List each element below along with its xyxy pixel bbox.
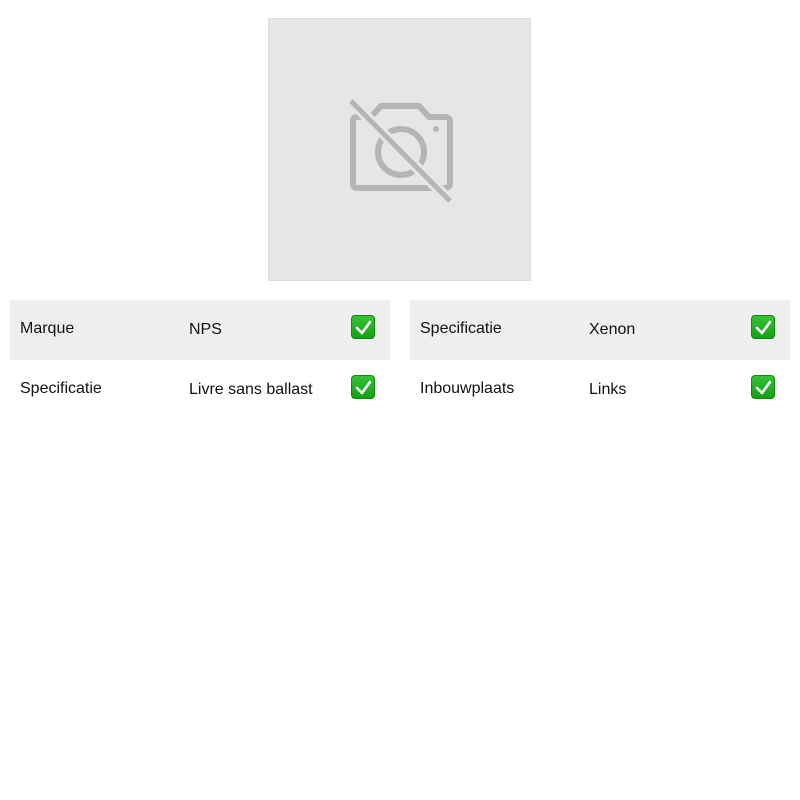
spec-label: Specificatie [420, 320, 502, 337]
spec-label: Marque [20, 320, 75, 337]
spec-row: Specificatie Livre sans ballast [10, 360, 390, 420]
spec-row: Inbouwplaats Links [410, 360, 790, 420]
check-icon [751, 315, 775, 339]
product-spec-view: Marque NPS Specificatie Livre sans balla… [0, 0, 800, 800]
spec-label: Specificatie [20, 380, 102, 397]
spec-value: NPS [189, 321, 222, 338]
check-icon [351, 315, 375, 339]
no-camera-icon [347, 99, 454, 205]
spec-label: Inbouwplaats [420, 380, 515, 397]
spec-value: Livre sans ballast [189, 381, 313, 398]
check-icon [351, 375, 375, 399]
spec-row: Marque NPS [10, 300, 390, 360]
spec-value: Xenon [589, 321, 636, 338]
spec-value: Links [589, 381, 627, 398]
product-image-placeholder [268, 18, 531, 281]
check-icon [751, 375, 775, 399]
spec-table-left: Marque NPS Specificatie Livre sans balla… [10, 300, 390, 420]
spec-table-right: Specificatie Xenon Inbouwplaats Links [410, 300, 790, 420]
spec-row: Specificatie Xenon [410, 300, 790, 360]
